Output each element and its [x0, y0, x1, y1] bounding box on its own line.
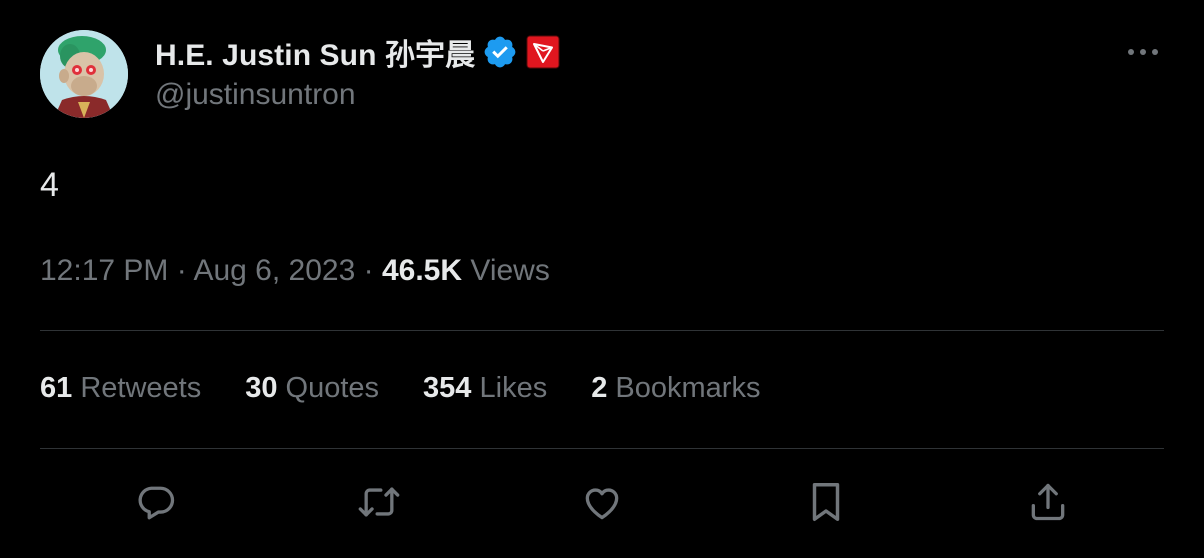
share-icon	[1031, 483, 1065, 521]
stat-quotes[interactable]: 30 Quotes	[245, 372, 379, 405]
tron-affiliate-badge-icon[interactable]	[526, 35, 560, 69]
retweets-count: 61	[40, 372, 73, 404]
ape-avatar-icon	[40, 30, 128, 118]
views-count: 46.5K	[381, 254, 463, 287]
divider	[40, 330, 1164, 331]
meta-separator: ·	[363, 254, 374, 287]
meta-separator: ·	[176, 254, 187, 287]
verified-badge-icon[interactable]	[482, 34, 518, 70]
tweet-text: 4	[40, 166, 59, 204]
retweet-icon	[358, 487, 400, 517]
avatar[interactable]	[40, 30, 128, 118]
reply-icon	[138, 486, 175, 520]
author-name-row: H.E. Justin Sun 孙宇晨	[155, 32, 560, 72]
retweet-button[interactable]	[353, 476, 405, 528]
quotes-label: Quotes	[285, 372, 380, 404]
author-handle[interactable]: @justinsuntron	[155, 78, 356, 112]
stat-likes[interactable]: 354 Likes	[423, 372, 547, 405]
bookmark-icon	[812, 483, 840, 521]
likes-count: 354	[423, 372, 472, 404]
like-button[interactable]	[576, 476, 628, 528]
reply-button[interactable]	[130, 476, 182, 528]
bookmark-button[interactable]	[800, 476, 852, 528]
likes-label: Likes	[479, 372, 548, 404]
share-button[interactable]	[1022, 476, 1074, 528]
more-options-icon[interactable]	[1124, 38, 1162, 66]
retweets-label: Retweets	[80, 372, 202, 404]
stat-retweets[interactable]: 61 Retweets	[40, 372, 201, 405]
tweet-actions	[0, 476, 1204, 528]
tweet-meta: 12:17 PM · Aug 6, 2023 · 46.5K Views	[40, 254, 550, 288]
bookmarks-count: 2	[591, 372, 608, 404]
author-display-name[interactable]: H.E. Justin Sun 孙宇晨	[155, 30, 475, 74]
quotes-count: 30	[245, 372, 278, 404]
engagement-stats: 61 Retweets 30 Quotes 354 Likes 2 Bookma…	[40, 372, 760, 405]
views-label: Views	[470, 254, 550, 287]
stat-bookmarks[interactable]: 2 Bookmarks	[591, 372, 760, 405]
bookmarks-label: Bookmarks	[615, 372, 761, 404]
tweet-date[interactable]: Aug 6, 2023	[193, 254, 355, 287]
tweet-time[interactable]: 12:17 PM	[40, 254, 168, 287]
divider	[40, 448, 1164, 449]
like-icon	[585, 488, 619, 520]
